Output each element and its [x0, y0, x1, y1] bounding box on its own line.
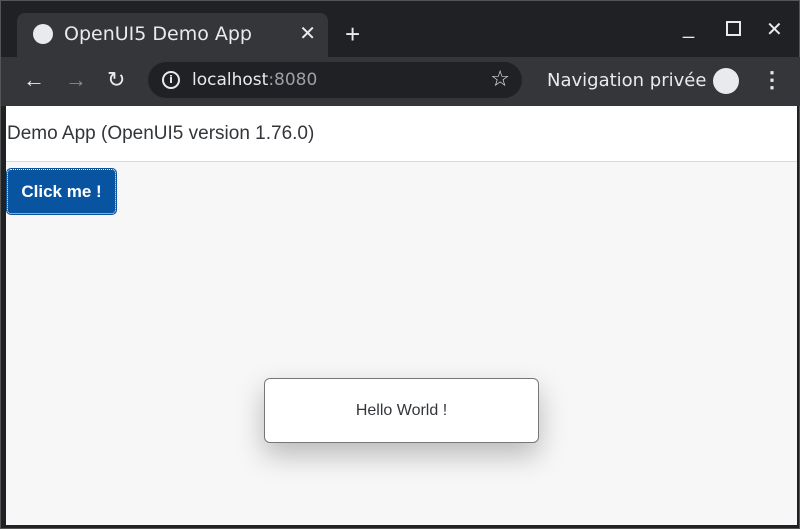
- app-header: Demo App (OpenUI5 version 1.76.0): [6, 106, 797, 162]
- address-bar[interactable]: i localhost:8080 ☆: [148, 62, 522, 98]
- tab-title: OpenUI5 Demo App: [64, 23, 252, 45]
- app-page: Demo App (OpenUI5 version 1.76.0) Click …: [6, 106, 797, 525]
- reload-icon[interactable]: ↻: [107, 67, 125, 93]
- incognito-label: Navigation privée: [547, 70, 707, 91]
- page-title: Demo App (OpenUI5 version 1.76.0): [7, 123, 315, 144]
- back-icon[interactable]: ←: [23, 67, 45, 93]
- close-window-icon[interactable]: ✕: [766, 17, 783, 42]
- minimize-icon[interactable]: _: [683, 17, 694, 40]
- globe-icon: [33, 24, 53, 44]
- browser-tab[interactable]: OpenUI5 Demo App ✕: [17, 13, 328, 57]
- url-host: localhost: [192, 70, 269, 90]
- bookmark-star-icon[interactable]: ☆: [490, 67, 510, 92]
- info-icon[interactable]: i: [162, 71, 180, 89]
- click-me-button[interactable]: Click me !: [6, 168, 117, 215]
- close-tab-icon[interactable]: ✕: [299, 21, 316, 45]
- incognito-icon[interactable]: [713, 68, 739, 94]
- maximize-icon[interactable]: [726, 21, 741, 36]
- new-tab-button[interactable]: +: [345, 19, 360, 50]
- url-port: :8080: [268, 70, 318, 90]
- browser-toolbar: ← → ↻ i localhost:8080 ☆ Navigation priv…: [1, 57, 800, 106]
- menu-icon[interactable]: ⋮: [761, 67, 783, 93]
- message-toast: Hello World !: [264, 378, 539, 443]
- forward-icon[interactable]: →: [65, 67, 87, 93]
